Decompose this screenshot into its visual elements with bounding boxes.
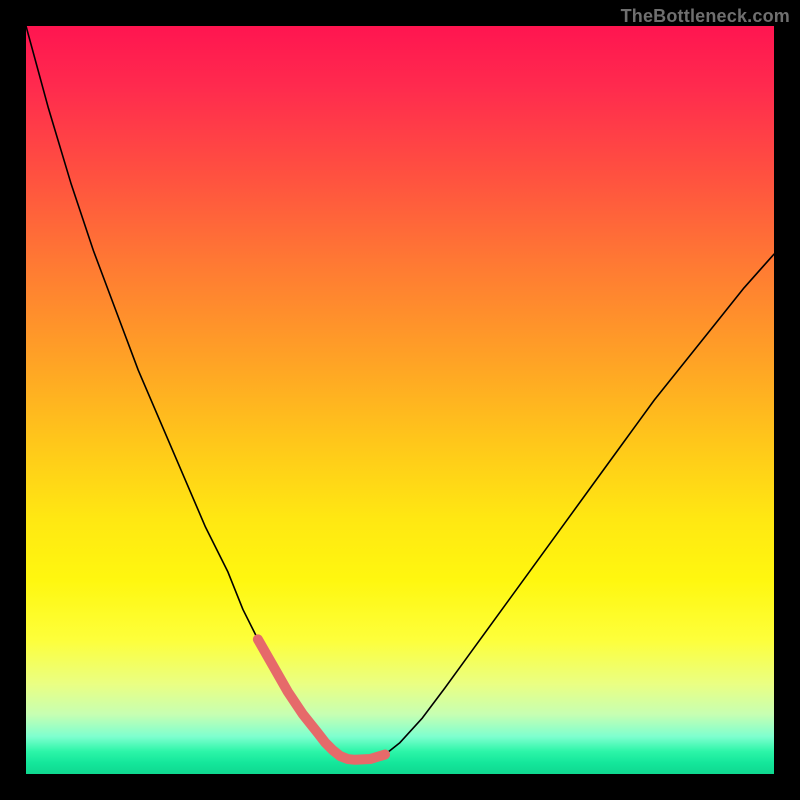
- chart-plot-area: [26, 26, 774, 774]
- curve-layer: [26, 26, 774, 774]
- chart-frame: TheBottleneck.com: [0, 0, 800, 800]
- bottleneck-curve: [26, 26, 774, 760]
- bottleneck-highlight: [258, 639, 385, 759]
- watermark-label: TheBottleneck.com: [621, 6, 790, 27]
